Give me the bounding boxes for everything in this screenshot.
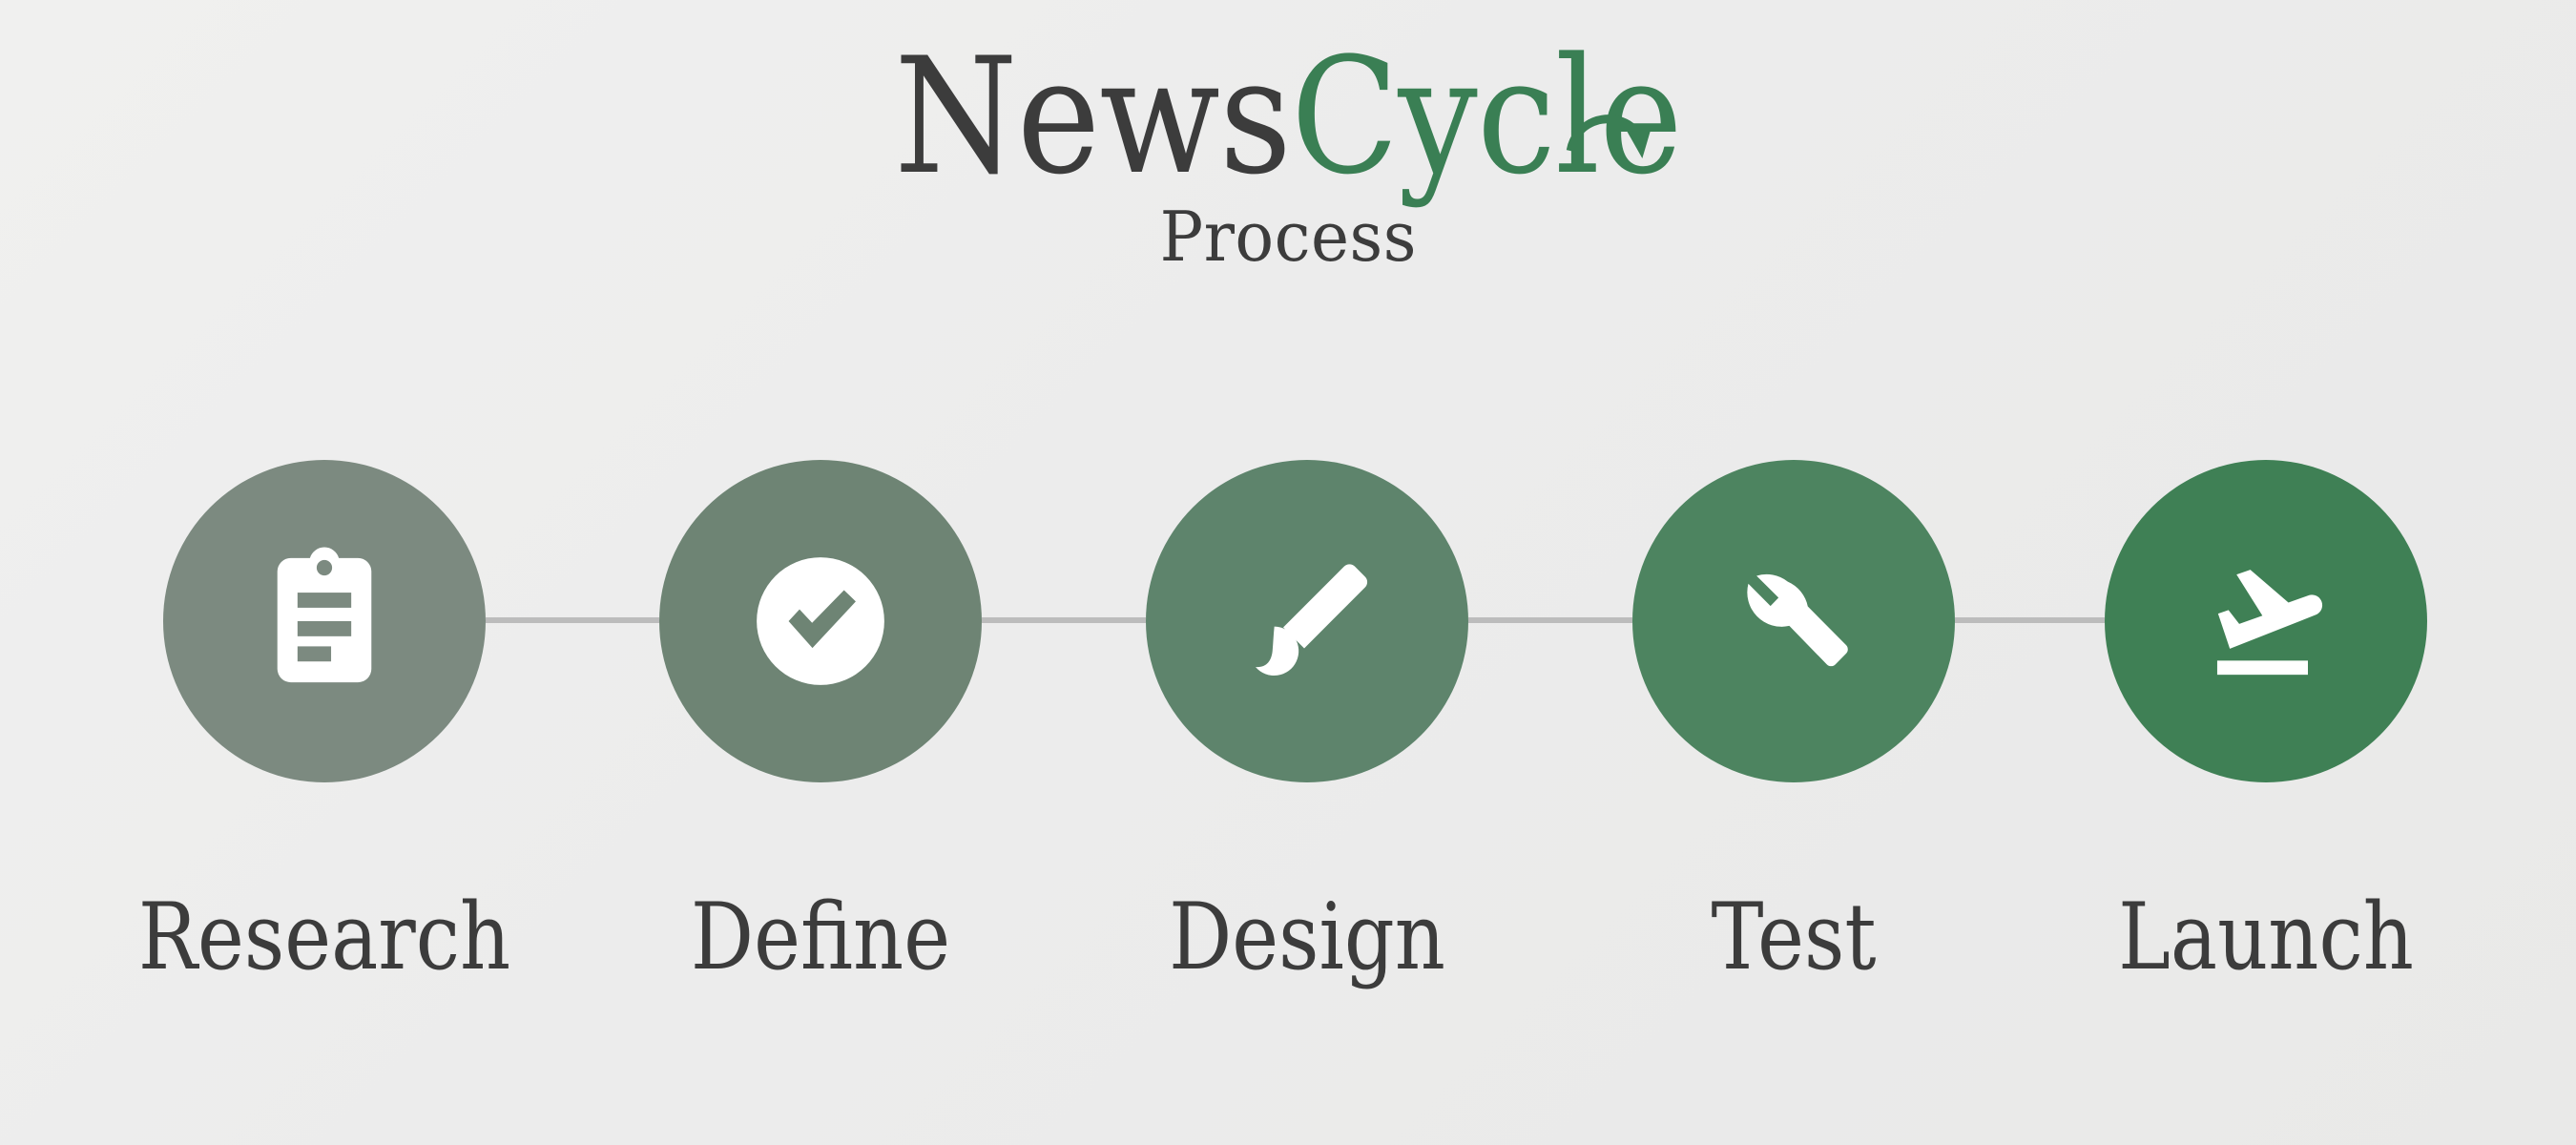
connector-line [1955, 617, 2105, 623]
wrench-icon [1747, 573, 1848, 667]
step-label-research: Research [137, 884, 511, 990]
step-label-design: Design [1169, 884, 1445, 990]
page-subtitle: Process [1159, 197, 1417, 277]
process-labels: Research Define Design Test Launch [0, 884, 2576, 1030]
step-circle[interactable] [2105, 460, 2427, 782]
process-step-test[interactable] [1632, 460, 1955, 782]
step-label-launch: Launch [2118, 884, 2414, 990]
process-step-define[interactable] [659, 460, 982, 782]
header: NewsCycle Process [0, 0, 2576, 271]
clipboard-icon [277, 547, 372, 683]
step-circle[interactable] [1632, 460, 1955, 782]
connector-line [982, 617, 1146, 623]
process-step-research[interactable] [163, 460, 486, 782]
step-label-define: Define [690, 884, 951, 990]
step-circle[interactable] [1146, 460, 1468, 782]
process-step-design[interactable] [1146, 460, 1468, 782]
process-step-launch[interactable] [2105, 460, 2427, 782]
process-track [0, 460, 2576, 784]
connector-line [486, 617, 659, 623]
paintbrush-icon [1255, 564, 1368, 677]
wordmark: NewsCycle [894, 36, 1682, 197]
check-circle-icon [757, 557, 884, 685]
flight-takeoff-icon [2216, 570, 2323, 676]
step-circle[interactable] [659, 460, 982, 782]
wordmark-cycle: Cycle [1290, 23, 1683, 210]
step-circle[interactable] [163, 460, 486, 782]
wordmark-news: News [894, 23, 1292, 210]
step-label-test: Test [1711, 884, 1877, 990]
connector-line [1468, 617, 1632, 623]
